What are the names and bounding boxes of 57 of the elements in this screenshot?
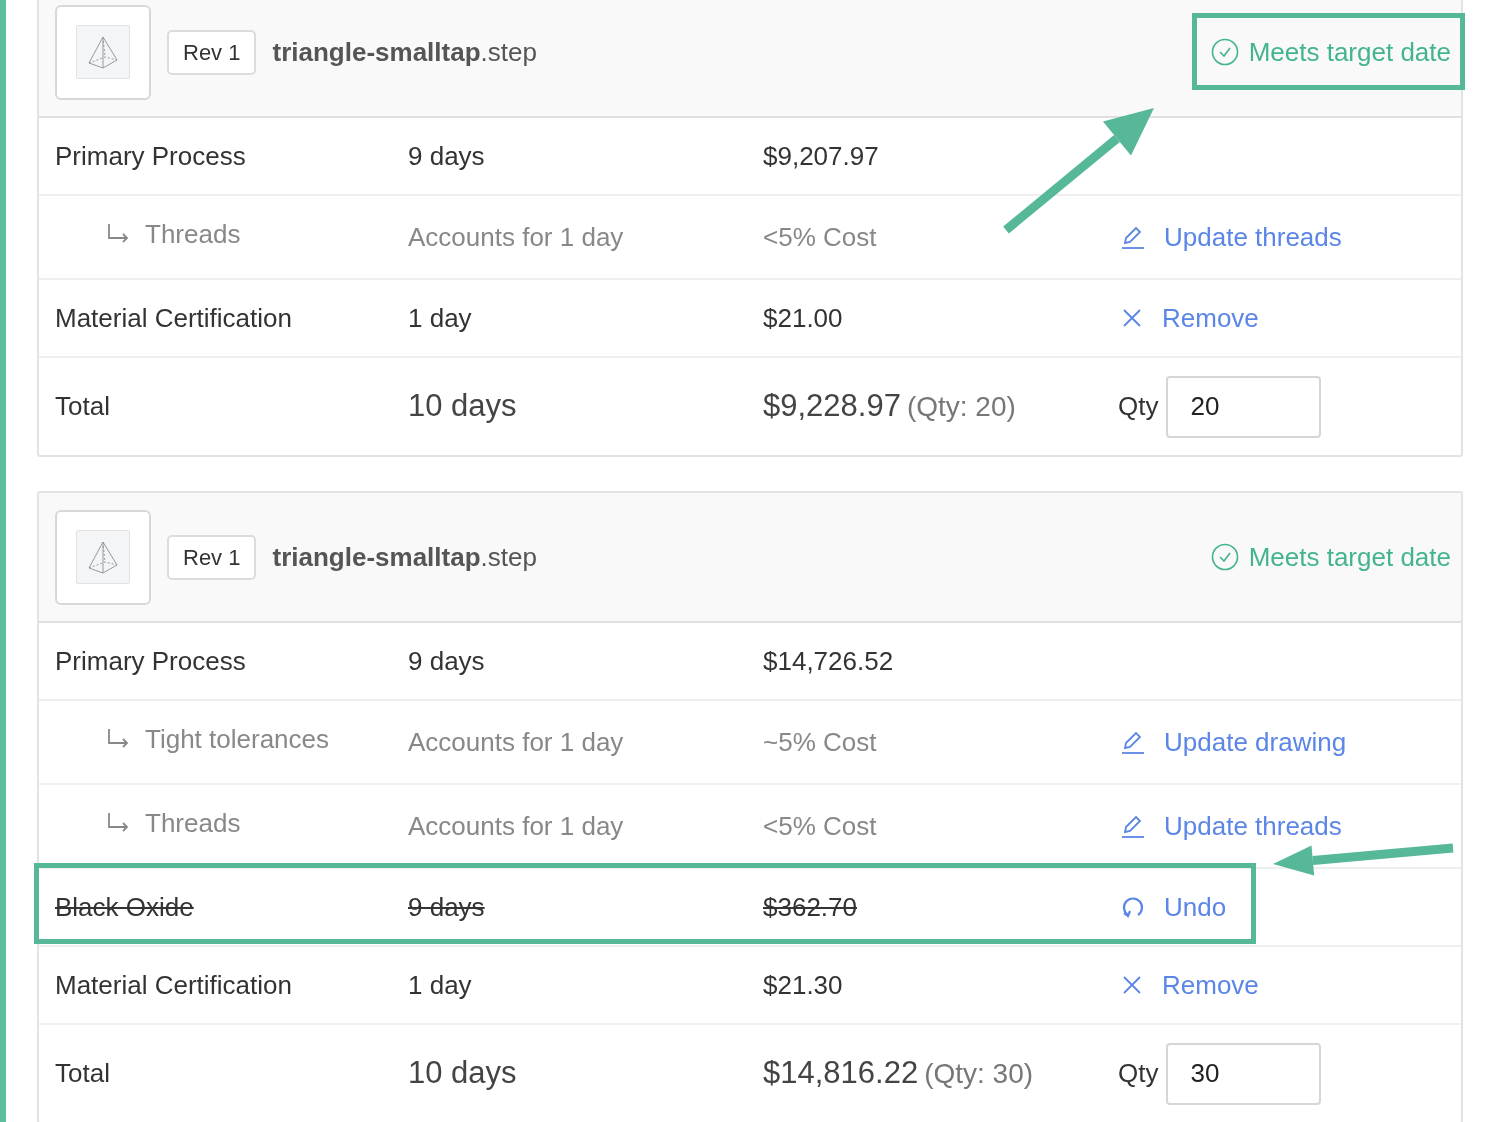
revision-tag: Rev 1	[167, 534, 257, 580]
row-label: Material Certification	[55, 968, 292, 1002]
action-link[interactable]: Update drawing	[1120, 722, 1347, 762]
cost: $9,207.97	[763, 139, 880, 173]
lead-time: Accounts for 1 day	[408, 725, 625, 759]
check-circle-icon	[1210, 38, 1239, 66]
status-label: Meets target date	[1248, 35, 1451, 69]
status-label: Meets target date	[1248, 540, 1451, 574]
lead-time: 9 days	[408, 890, 486, 924]
row-label: Primary Process	[55, 139, 246, 173]
lead-time: 1 day	[408, 301, 473, 335]
file-name: triangle-smalltap.step	[272, 35, 537, 69]
row-label: Total	[55, 390, 111, 423]
pencil-icon	[1120, 813, 1146, 839]
cost: <5% Cost	[763, 220, 878, 254]
quantity-label: Qty	[1118, 1057, 1159, 1090]
cost: $21.30	[763, 968, 844, 1002]
row-label: Material Certification	[55, 301, 292, 335]
cost: $21.00	[763, 301, 844, 335]
quantity-input[interactable]: 20	[1166, 375, 1322, 438]
row-label: Threads	[145, 217, 241, 251]
check-circle-icon	[1210, 543, 1239, 571]
cost: <5% Cost	[763, 809, 878, 843]
action-link[interactable]: Update threads	[1120, 806, 1342, 846]
lead-time: 9 days	[408, 139, 486, 173]
cost: ~5% Cost	[763, 725, 878, 759]
lead-time: 1 day	[408, 968, 473, 1002]
action-link[interactable]: Remove	[1120, 965, 1259, 1005]
pencil-icon	[1120, 729, 1146, 755]
pencil-icon	[1120, 224, 1146, 250]
action-link[interactable]: Update threads	[1120, 217, 1342, 257]
lead-time: 9 days	[408, 644, 486, 678]
lead-time: Accounts for 1 day	[408, 220, 625, 254]
quantity-label: Qty	[1118, 390, 1159, 423]
action-link[interactable]: Undo	[1120, 887, 1227, 927]
quantity-note: (Qty: 20)	[906, 390, 1016, 425]
sub-item-arrow-icon	[107, 728, 131, 750]
quantity-input[interactable]: 30	[1166, 1042, 1322, 1105]
total-cost: $9,228.97	[763, 387, 901, 426]
total-cost: $14,816.22	[763, 1054, 919, 1093]
sub-item-arrow-icon	[107, 812, 131, 834]
action-link[interactable]: Remove	[1120, 298, 1259, 338]
lead-time: 10 days	[408, 387, 518, 426]
row-label: Primary Process	[55, 644, 246, 678]
undo-icon	[1120, 894, 1146, 920]
lead-time: 10 days	[408, 1054, 518, 1093]
file-name: triangle-smalltap.step	[272, 540, 537, 574]
lead-time: Accounts for 1 day	[408, 809, 625, 843]
quantity-note: (Qty: 30)	[924, 1057, 1034, 1092]
cost: $14,726.52	[763, 644, 895, 678]
row-label: Black Oxide	[55, 890, 194, 924]
sub-item-arrow-icon	[107, 223, 131, 245]
revision-tag: Rev 1	[167, 29, 257, 75]
row-label: Tight tolerances	[145, 722, 330, 756]
row-label: Total	[55, 1057, 111, 1090]
row-label: Threads	[145, 806, 241, 840]
cost: $362.70	[763, 890, 858, 924]
